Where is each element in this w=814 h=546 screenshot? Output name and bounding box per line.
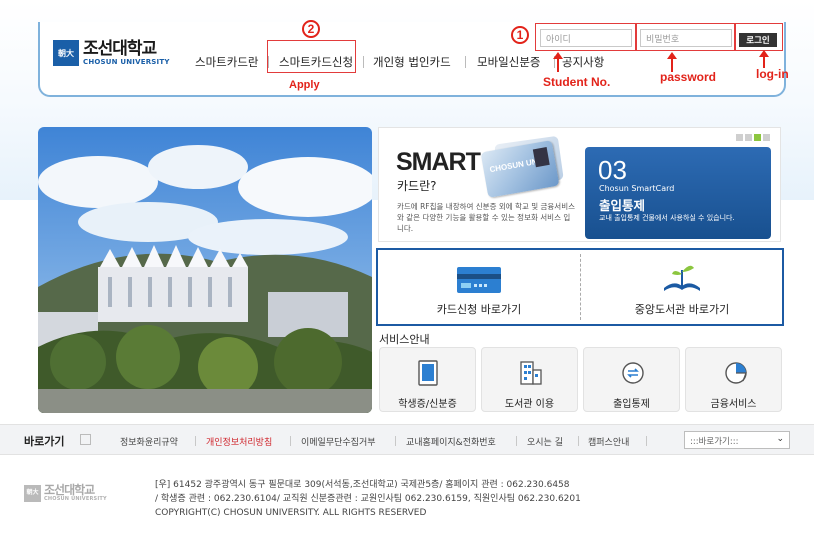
annotation-box-student-id bbox=[535, 23, 636, 51]
smart-title: SMART bbox=[396, 148, 481, 176]
library-label: 중앙도서관 바로가기 bbox=[634, 303, 730, 316]
card-apply-label: 카드신청 바로가기 bbox=[436, 303, 522, 316]
arrow-student-id bbox=[553, 52, 563, 72]
footer-address: [우] 61452 광주광역시 동구 필문대로 309(서석동,조선대학교) 국… bbox=[155, 480, 570, 490]
smartcard-slider: SMART 카드란? 카드에 RF칩을 내장하여 신분증 외에 학교 및 금융서… bbox=[378, 127, 781, 242]
card-photo bbox=[532, 147, 550, 168]
shortcut-toggle-icon[interactable] bbox=[80, 434, 91, 445]
footer-contact: [우] 61452 광주광역시 동구 필문대로 309(서석동,조선대학교) 국… bbox=[155, 478, 581, 520]
link-homepages-phone[interactable]: 교내홈페이지&전화번호 bbox=[406, 435, 496, 448]
smartcard-image: CHOSUN UNIV bbox=[480, 140, 560, 198]
annotation-box-password bbox=[636, 23, 735, 51]
card-apply-shortcut[interactable]: 카드신청 바로가기 bbox=[378, 250, 580, 324]
smart-description: 카드에 RF칩을 내장하여 신분증 외에 학교 및 금융서비스와 같은 다양한 … bbox=[397, 202, 576, 233]
slide-access-control[interactable]: 03 Chosun SmartCard 출입통제 교내 출입통제 건물에서 사용… bbox=[585, 147, 771, 239]
nav-divider bbox=[465, 56, 466, 68]
logo-mark: 朝大 bbox=[53, 40, 79, 66]
annotation-password: password bbox=[660, 70, 717, 84]
slide-title: 출입통제 bbox=[599, 198, 646, 213]
university-logo[interactable]: 朝大 조선대학교 CHOSUN UNIVERSITY bbox=[53, 40, 170, 66]
link-email-refusal[interactable]: 이메일무단수집거부 bbox=[301, 435, 376, 448]
annotation-student-no: Student No. bbox=[543, 75, 611, 89]
link-privacy-policy[interactable]: 개인정보처리방침 bbox=[206, 435, 272, 448]
nav-notices[interactable]: 공지사항 bbox=[562, 54, 604, 70]
library-book-icon bbox=[664, 265, 700, 291]
link-divider bbox=[516, 436, 517, 446]
shortcut-select-value: :::바로가기::: bbox=[690, 437, 739, 447]
link-divider bbox=[290, 436, 291, 446]
quick-links-box: 카드신청 바로가기 중앙도서관 바로가기 bbox=[376, 248, 784, 326]
footer-logo-name-en: CHOSUN UNIVERSITY bbox=[44, 496, 107, 502]
chevron-down-icon: ⌄ bbox=[776, 434, 784, 444]
service-finance-label: 금융서비스 bbox=[710, 399, 757, 410]
slide-dot[interactable] bbox=[736, 134, 743, 141]
nav-divider bbox=[363, 56, 364, 68]
exchange-arrows-icon bbox=[622, 362, 644, 384]
nav-corporate-card[interactable]: 개인형 법인카드 bbox=[373, 54, 451, 70]
smart-subtitle: 카드란? bbox=[397, 179, 437, 193]
nav-smartcard-about[interactable]: 스마트카드란 bbox=[195, 54, 258, 70]
logo-name-en: CHOSUN UNIVERSITY bbox=[83, 57, 170, 66]
service-finance[interactable]: 금융서비스 bbox=[685, 347, 782, 412]
link-divider bbox=[195, 436, 196, 446]
footer-logo: 朝大 조선대학교 CHOSUN UNIVERSITY bbox=[24, 484, 107, 502]
slide-dot-active[interactable] bbox=[754, 134, 761, 141]
id-card-icon bbox=[418, 360, 438, 386]
service-access-control-label: 출입통제 bbox=[613, 399, 650, 410]
annotation-circle-1: 1 bbox=[511, 26, 529, 44]
library-shortcut[interactable]: 중앙도서관 바로가기 bbox=[581, 250, 783, 324]
slide-subtitle: Chosun SmartCard bbox=[599, 184, 675, 193]
building-icon bbox=[520, 361, 542, 385]
slide-dot[interactable] bbox=[763, 134, 770, 141]
link-ethics[interactable]: 정보화윤리규약 bbox=[120, 435, 178, 448]
logo-name-ko: 조선대학교 bbox=[83, 38, 157, 59]
link-divider bbox=[646, 436, 647, 446]
service-student-id-label: 학생증/신분증 bbox=[398, 399, 457, 410]
slide-description: 교내 출입통제 건물에서 사용하실 수 있습니다. bbox=[599, 214, 735, 222]
service-access-control[interactable]: 출입통제 bbox=[583, 347, 680, 412]
link-divider bbox=[395, 436, 396, 446]
footer-phones: / 학생증 관련 : 062.230.6104/ 교직원 신분증관련 : 교원인… bbox=[155, 494, 581, 504]
service-library[interactable]: 도서관 이용 bbox=[481, 347, 578, 412]
link-divider bbox=[578, 436, 579, 446]
slide-dot[interactable] bbox=[745, 134, 752, 141]
shortcut-title: 바로가기 bbox=[24, 435, 65, 448]
footer-logo-mark: 朝大 bbox=[24, 484, 41, 502]
annotation-circle-2: 2 bbox=[302, 20, 320, 38]
shortcut-bar: 바로가기 정보화윤리규약 개인정보처리방침 이메일무단수집거부 교내홈페이지&전… bbox=[0, 424, 814, 455]
credit-card-icon bbox=[457, 267, 501, 293]
link-directions[interactable]: 오시는 길 bbox=[527, 435, 563, 448]
footer-logo-name-ko: 조선대학교 bbox=[44, 483, 95, 497]
link-campus-guide[interactable]: 캠퍼스안내 bbox=[588, 435, 629, 448]
annotation-login: log-in bbox=[756, 67, 789, 81]
service-student-id[interactable]: 학생증/신분증 bbox=[379, 347, 476, 412]
campus-photo bbox=[38, 127, 372, 413]
footer-copyright: COPYRIGHT(C) CHOSUN UNIVERSITY. ALL RIGH… bbox=[155, 508, 427, 518]
pie-chart-icon bbox=[725, 362, 747, 384]
shortcut-select[interactable]: :::바로가기::: ⌄ bbox=[684, 431, 790, 449]
nav-mobile-id[interactable]: 모바일신분증 bbox=[477, 54, 540, 70]
slide-number: 03 bbox=[598, 155, 627, 185]
annotation-apply: Apply bbox=[289, 79, 320, 91]
services-title: 서비스안내 bbox=[379, 333, 430, 346]
annotation-box-login bbox=[735, 23, 783, 51]
annotation-box-apply bbox=[267, 40, 356, 73]
slider-indicator bbox=[736, 134, 770, 141]
service-library-label: 도서관 이용 bbox=[504, 399, 555, 410]
